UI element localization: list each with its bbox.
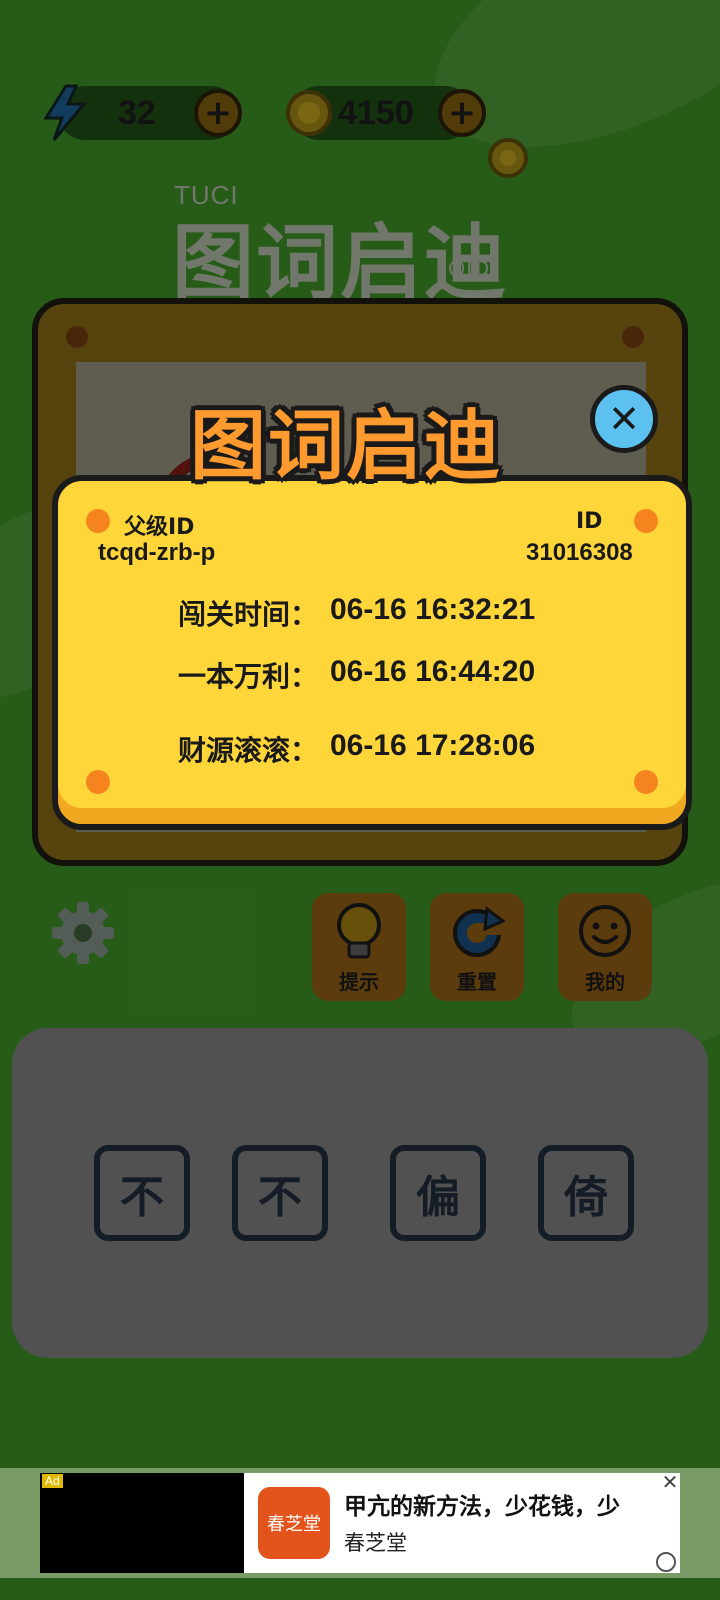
parent-id-value: tcqd-zrb-p [98, 539, 216, 566]
ad-tag: Ad [42, 1474, 63, 1488]
ad-headline: 甲亢的新方法，少花钱，少 [344, 1494, 620, 1520]
id-value: 31016308 [526, 539, 633, 566]
ad-video[interactable] [40, 1473, 244, 1573]
row-label: 一本万利： [178, 660, 319, 693]
ad-logo: 春芝堂 [258, 1487, 330, 1559]
row-label: 闯关时间： [178, 598, 319, 631]
popup-title: 图词启迪 [190, 401, 502, 490]
row-value: 06-16 17:28:06 [330, 729, 536, 762]
info-popup: 父级ID tcqd-zrb-p ID 31016308 闯关时间： 06-16 … [52, 475, 692, 830]
close-button[interactable]: ✕ [590, 385, 658, 453]
parent-id-label: 父级ID [124, 515, 195, 540]
id-label: ID [576, 509, 603, 534]
row-value: 06-16 16:32:21 [330, 593, 536, 626]
row-label: 财源滚滚： [178, 734, 319, 767]
ad-content[interactable]: 春芝堂 甲亢的新方法，少花钱，少 春芝堂 [244, 1473, 680, 1573]
ad-close-icon[interactable]: ✕ [660, 1472, 680, 1492]
row-value: 06-16 16:44:20 [330, 655, 536, 688]
ad-brand: 春芝堂 [344, 1531, 407, 1555]
close-icon: ✕ [608, 397, 640, 441]
ad-info-icon[interactable] [656, 1552, 676, 1572]
